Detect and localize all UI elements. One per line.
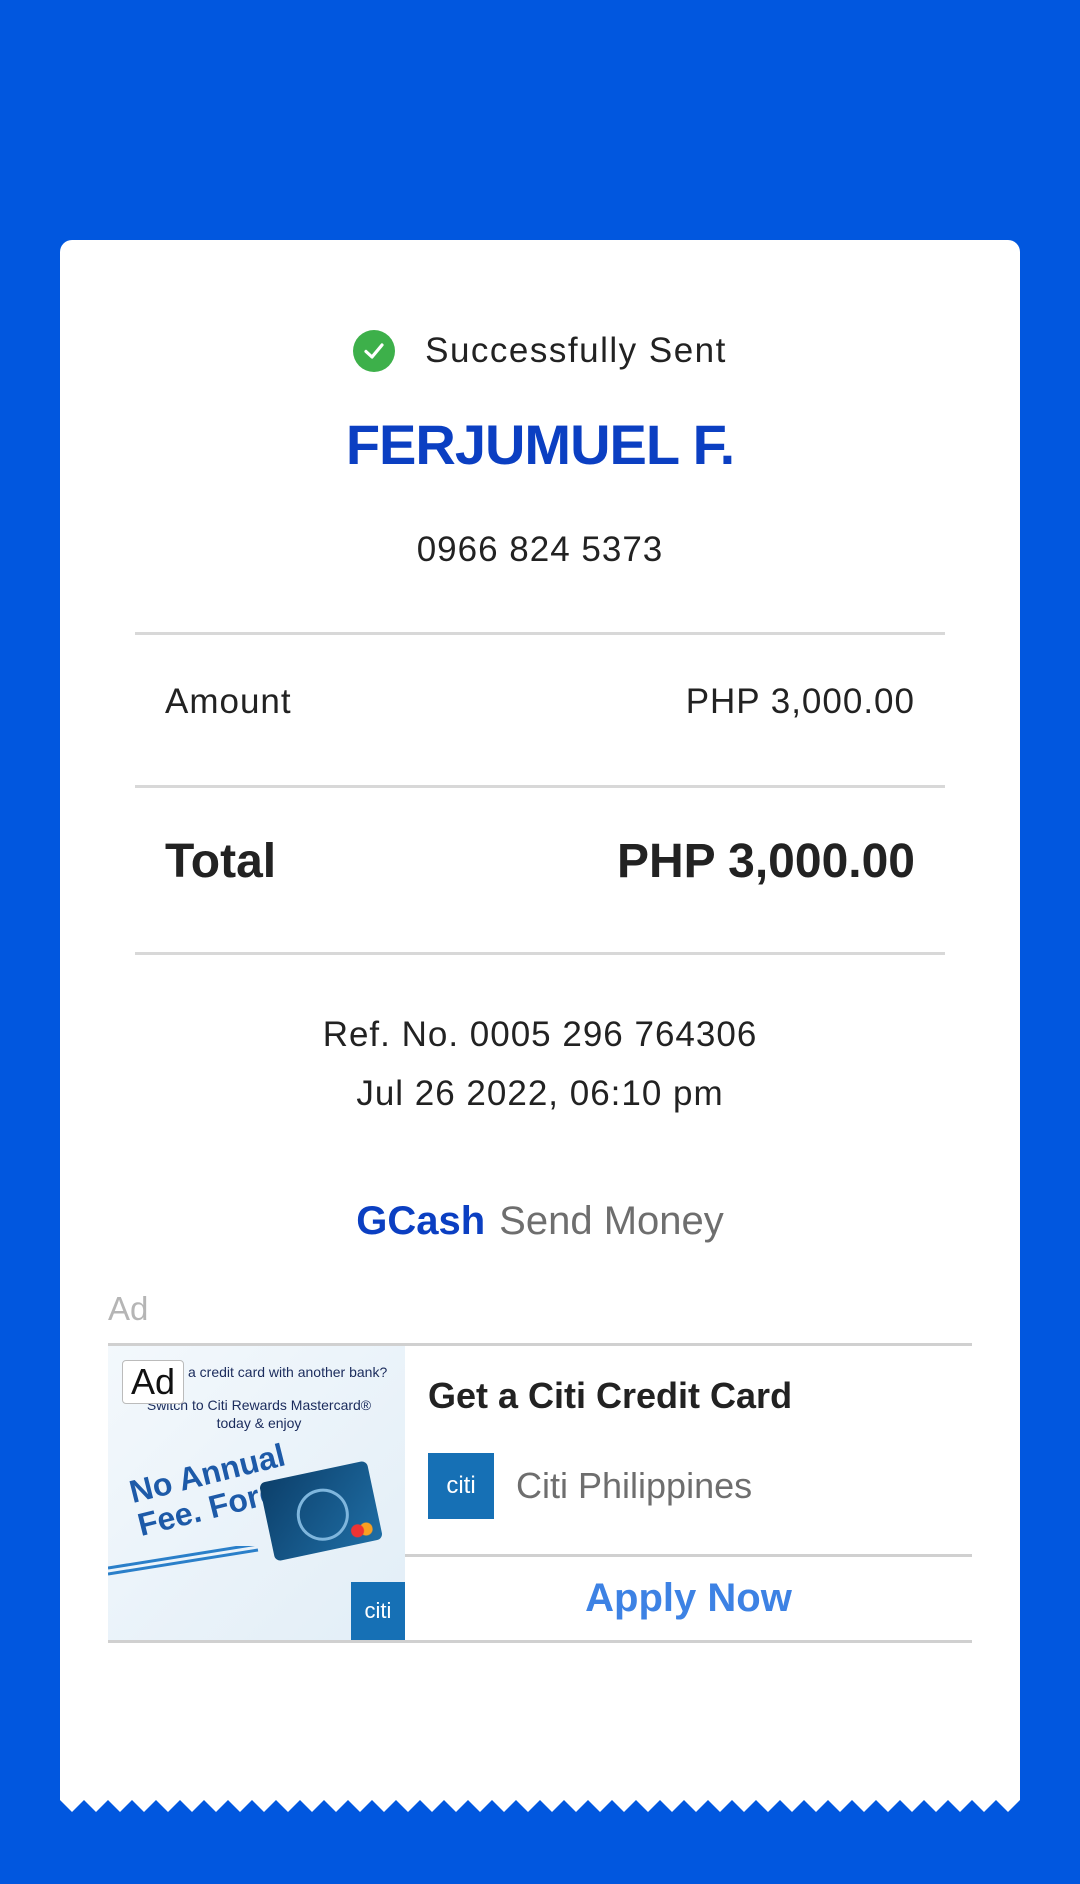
divider xyxy=(135,785,945,788)
apply-now-button[interactable]: Apply Now xyxy=(405,1557,972,1640)
amount-label: Amount xyxy=(165,682,292,721)
reference-number: Ref. No. 0005 296 764306 xyxy=(322,1015,758,1054)
citi-logo: citi xyxy=(428,1453,494,1519)
ad-stripes xyxy=(108,1546,259,1576)
service-brand: GCash Send Money xyxy=(0,1199,1080,1244)
divider xyxy=(135,952,945,955)
amount-value: PHP 3,000.00 xyxy=(685,682,915,721)
transaction-datetime: Jul 26 2022, 06:10 pm xyxy=(356,1074,724,1113)
amount-row: Amount PHP 3,000.00 xyxy=(165,682,915,722)
ad-banner[interactable]: a credit card with another bank? Switch … xyxy=(108,1343,972,1643)
total-value: PHP 3,000.00 xyxy=(616,835,915,888)
status-row: Successfully Sent xyxy=(0,330,1080,372)
ad-advertiser: Citi Philippines xyxy=(516,1465,753,1506)
service-name: Send Money xyxy=(499,1199,724,1243)
receipt-zigzag-edge xyxy=(60,1790,1020,1812)
ad-image-line1: a credit card with another bank? xyxy=(188,1364,388,1380)
mastercard-logo-icon xyxy=(349,1520,375,1540)
ad-title[interactable]: Get a Citi Credit Card xyxy=(428,1375,792,1417)
recipient-phone: 0966 824 5373 xyxy=(416,530,664,569)
ad-badge: Ad xyxy=(122,1360,185,1404)
total-row: Total PHP 3,000.00 xyxy=(165,834,915,889)
recipient-name: FERJUMUEL F. xyxy=(345,413,735,476)
divider xyxy=(135,632,945,635)
status-text: Successfully Sent xyxy=(425,331,727,370)
citi-logo-small: citi xyxy=(351,1582,405,1640)
total-label: Total xyxy=(165,835,277,888)
ad-image[interactable]: a credit card with another bank? Switch … xyxy=(108,1346,405,1640)
ad-border-bottom xyxy=(108,1640,972,1643)
brand-name: GCash xyxy=(356,1199,486,1243)
check-circle-icon xyxy=(353,330,396,372)
ad-label: Ad xyxy=(108,1290,149,1327)
card-emblem xyxy=(291,1483,354,1546)
